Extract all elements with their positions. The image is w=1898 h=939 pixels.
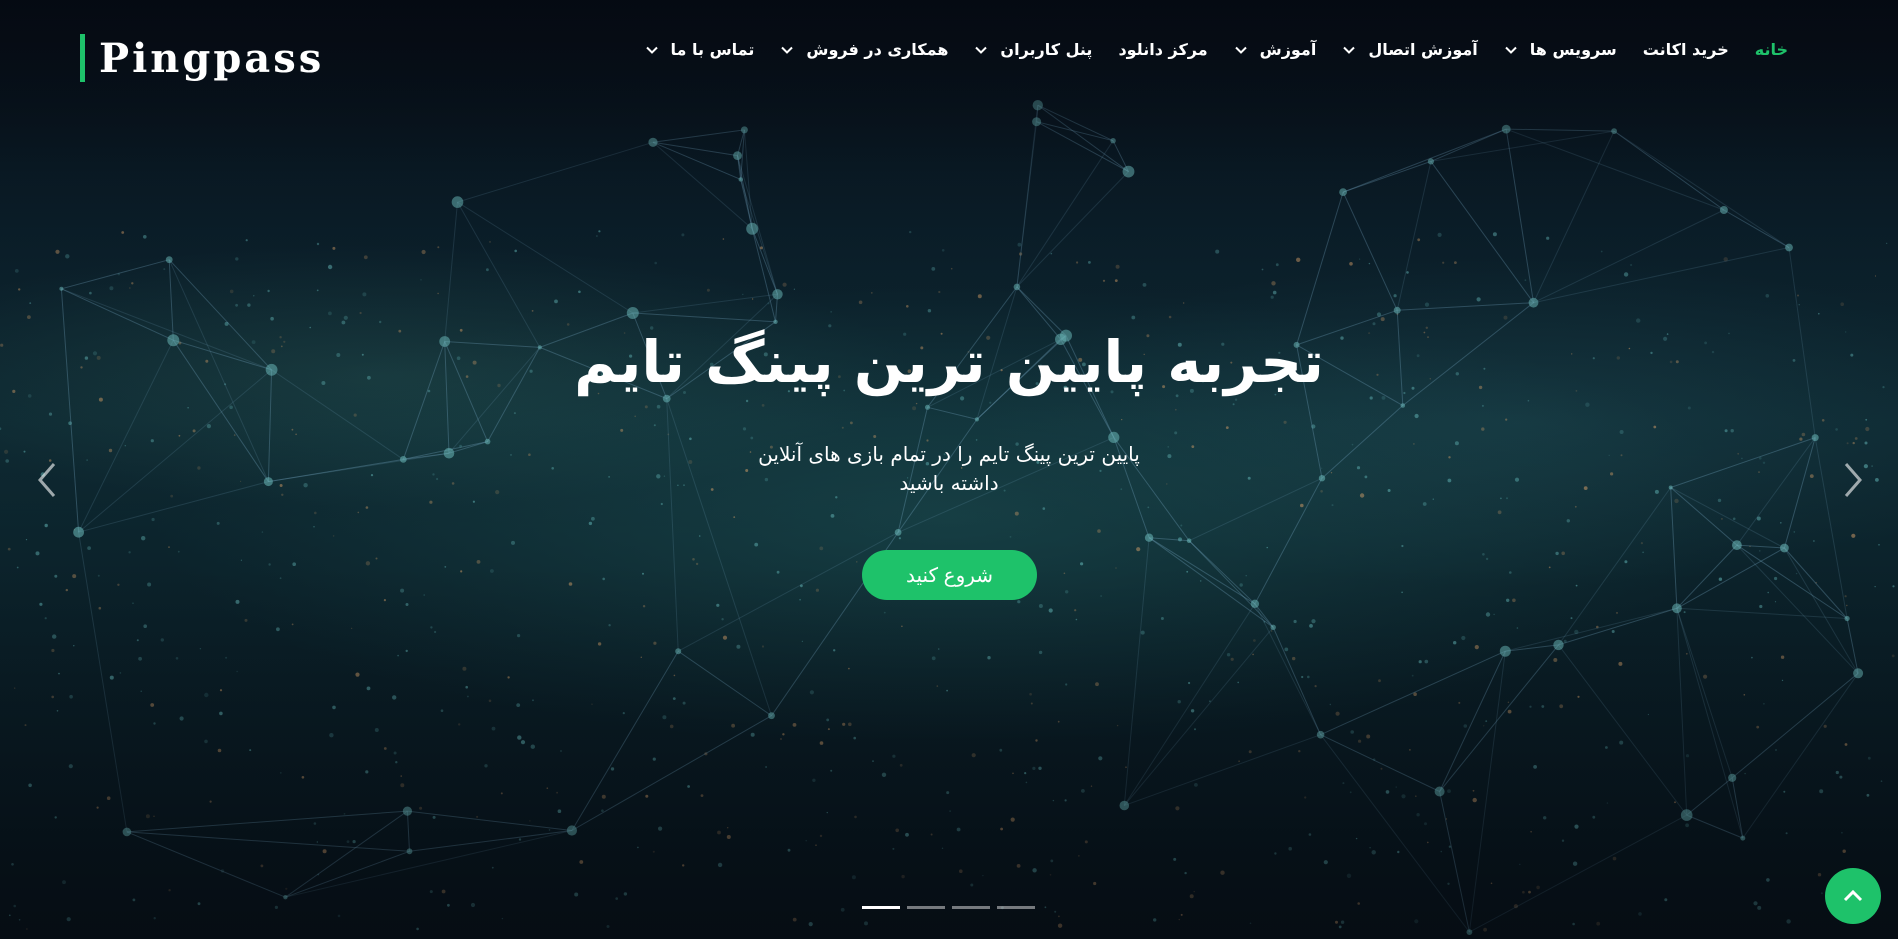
site-header: Pingpass خانه خرید اکانت سرویس ها آموزش …	[0, 0, 1898, 100]
chevron-right-icon	[1844, 463, 1862, 497]
nav-item-contact[interactable]: تماس با ما	[645, 40, 755, 59]
logo[interactable]: Pingpass	[80, 34, 324, 82]
scroll-to-top-button[interactable]	[1825, 868, 1881, 924]
nav-item-label: سرویس ها	[1529, 40, 1617, 59]
nav-item-user-panel[interactable]: پنل کاربران	[974, 40, 1092, 59]
nav-item-label: تماس با ما	[670, 40, 755, 59]
carousel-indicator[interactable]	[907, 906, 945, 909]
chevron-left-icon	[38, 463, 56, 497]
nav-item-label: همکاری در فروش	[806, 40, 949, 59]
chevron-down-icon	[975, 46, 988, 54]
hero-subtitle: پایین ترین پینگ تایم را در تمام بازی های…	[749, 440, 1149, 498]
nav-item-label: خانه	[1754, 40, 1788, 59]
chevron-up-icon	[1843, 889, 1863, 902]
hero-subtitle-line: داشته باشید	[899, 471, 999, 495]
carousel-next-button[interactable]	[1832, 458, 1872, 502]
logo-accent-bar	[80, 34, 85, 82]
nav-item-label: آموزش	[1259, 40, 1317, 59]
nav-item-download-center[interactable]: مرکز دانلود	[1118, 40, 1207, 59]
chevron-down-icon	[1505, 46, 1517, 54]
chevron-down-icon	[645, 46, 658, 54]
chevron-down-icon	[781, 46, 794, 54]
nav-item-tutorial[interactable]: آموزش	[1234, 40, 1317, 59]
chevron-down-icon	[1234, 46, 1247, 54]
nav-item-buy-account[interactable]: خرید اکانت	[1643, 40, 1729, 59]
nav-item-services[interactable]: سرویس ها	[1504, 40, 1617, 59]
nav-item-label: پنل کاربران	[1000, 40, 1093, 59]
nav-item-connection-tutorial[interactable]: آموزش اتصال	[1342, 40, 1478, 59]
carousel-indicators	[862, 906, 1035, 909]
carousel-prev-button[interactable]	[28, 458, 68, 502]
nav-item-label: خرید اکانت	[1642, 40, 1729, 59]
hero-title: تجربه پایین ترین پینگ تایم	[574, 328, 1324, 396]
nav-item-home[interactable]: خانه	[1755, 40, 1788, 59]
nav-item-reseller[interactable]: همکاری در فروش	[780, 40, 948, 59]
carousel-indicator[interactable]	[862, 906, 900, 909]
nav-item-label: آموزش اتصال	[1368, 40, 1478, 59]
get-started-button[interactable]: شروع کنید	[862, 550, 1037, 600]
nav-item-label: مرکز دانلود	[1118, 40, 1208, 59]
hero-subtitle-line: پایین ترین پینگ تایم را در تمام بازی های…	[758, 442, 1140, 466]
carousel-indicator[interactable]	[997, 906, 1035, 909]
chevron-down-icon	[1343, 46, 1356, 54]
main-nav: خانه خرید اکانت سرویس ها آموزش اتصال آمو…	[619, 40, 1788, 59]
carousel-indicator[interactable]	[952, 906, 990, 909]
logo-text: Pingpass	[99, 34, 325, 82]
